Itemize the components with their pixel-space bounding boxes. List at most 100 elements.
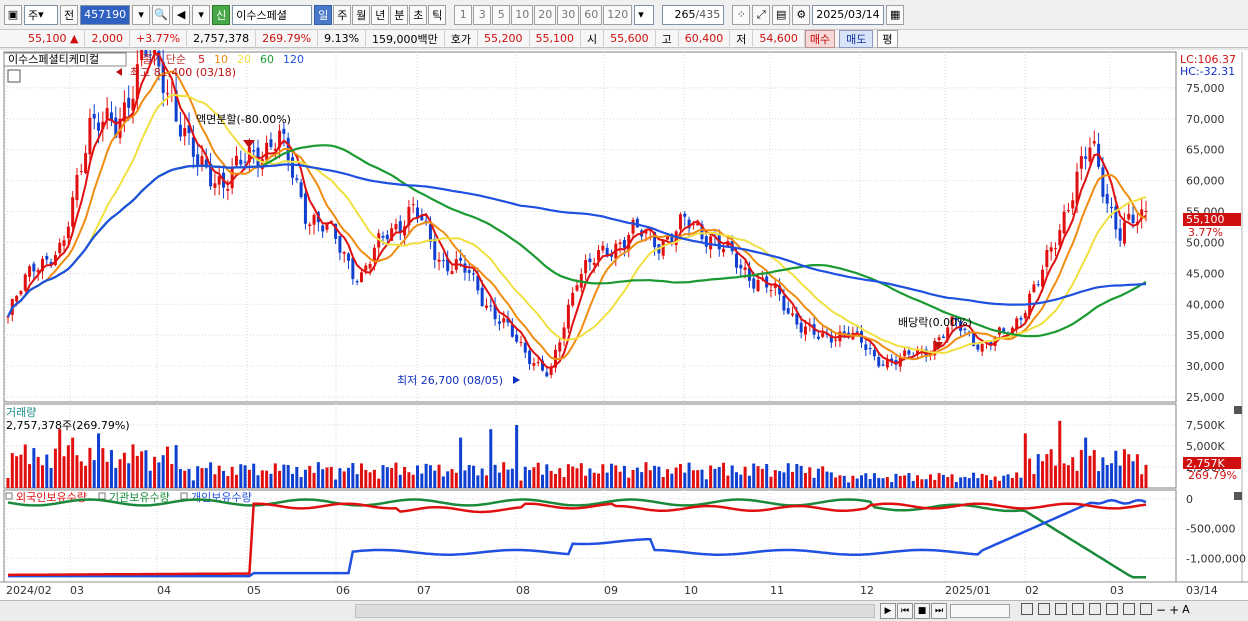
candle-body — [734, 253, 738, 268]
volume-bar — [299, 477, 303, 488]
volume-bar — [165, 446, 169, 488]
ma-legend-10: 10 — [214, 53, 228, 66]
forward-icon[interactable]: ⏭ — [931, 603, 947, 619]
candle-body — [269, 139, 273, 147]
interval-60[interactable]: 60 — [580, 4, 603, 25]
search-chart-icon[interactable] — [1123, 603, 1135, 615]
volume-bar — [588, 468, 592, 488]
buy-button[interactable]: 매수 — [804, 29, 836, 48]
rewind-icon[interactable]: ⏮ — [897, 603, 913, 619]
speaker-icon[interactable]: ◀ — [172, 4, 191, 25]
volume-bar — [222, 470, 226, 488]
table-icon[interactable] — [7, 69, 21, 83]
period-6[interactable]: 틱 — [428, 4, 447, 25]
volume-bar — [959, 477, 963, 488]
print-icon[interactable] — [1106, 603, 1118, 615]
volume-bar — [644, 462, 648, 488]
zoom-slider[interactable] — [950, 604, 1010, 618]
holding-close-icon[interactable] — [1234, 492, 1242, 500]
interval-5[interactable]: 5 — [492, 4, 511, 25]
interval-30[interactable]: 30 — [557, 4, 580, 25]
volume-bar — [484, 475, 488, 488]
high-price: 60,400 — [679, 29, 731, 48]
price-y-tick: 40,000 — [1186, 298, 1225, 311]
volume-bar — [834, 477, 838, 488]
candle-body — [71, 197, 75, 227]
interval-3[interactable]: 3 — [473, 4, 492, 25]
tile-icon[interactable] — [1072, 603, 1084, 615]
search-icon[interactable]: 🔍 — [152, 4, 171, 25]
interval-120[interactable]: 120 — [603, 4, 633, 25]
price-y-tick: 45,000 — [1186, 267, 1225, 280]
volume-bar — [497, 472, 501, 488]
volume-bar — [377, 478, 381, 488]
eval-button[interactable]: 평 — [877, 29, 898, 48]
candle-body — [385, 234, 389, 240]
horizontal-scrollbar[interactable] — [355, 604, 875, 618]
crosshair-icon[interactable] — [1021, 603, 1033, 615]
volume-bar — [553, 473, 557, 488]
last-pct-tag: 3.77% — [1188, 226, 1223, 239]
period-1[interactable]: 주 — [333, 4, 352, 25]
font-size-icon[interactable]: A — [1182, 603, 1190, 617]
price-y-tick: 65,000 — [1186, 144, 1225, 157]
candle-body — [1071, 200, 1075, 209]
candle-body — [1058, 230, 1062, 246]
export-icon[interactable] — [1089, 603, 1101, 615]
period-2[interactable]: 월 — [352, 4, 371, 25]
zoom-icon[interactable]: ⤢ — [752, 4, 771, 25]
interval-1[interactable]: 1 — [454, 4, 473, 25]
period-4[interactable]: 분 — [390, 4, 409, 25]
volume-bar — [256, 475, 260, 488]
candle-body — [855, 331, 859, 333]
volume-bar — [795, 463, 799, 488]
price-y-tick: 30,000 — [1186, 360, 1225, 373]
volume-bar — [907, 473, 911, 488]
stock-code-input[interactable]: 457190 — [80, 4, 131, 25]
scroll-right-icon[interactable]: ▶ — [880, 603, 896, 619]
candle-body — [437, 259, 441, 262]
window-icon[interactable] — [1055, 603, 1067, 615]
grid-icon[interactable]: ⁘ — [732, 4, 751, 25]
layout-icon[interactable]: ▣ — [4, 4, 22, 25]
date-field[interactable]: 2025/03/14 — [812, 4, 885, 25]
volume-close-icon[interactable] — [1234, 406, 1242, 414]
period-group: 일주월년분초틱 — [314, 4, 447, 25]
gear-icon[interactable]: ⚙ — [792, 4, 811, 25]
plus-icon[interactable]: + — [1169, 603, 1179, 617]
candle-body — [308, 224, 312, 227]
interval-dropdown[interactable]: ▾ — [634, 4, 655, 25]
candle-body — [631, 219, 635, 234]
calendar-icon[interactable]: ▦ — [886, 4, 905, 25]
period-0[interactable]: 일 — [314, 4, 333, 25]
candle-body — [584, 260, 588, 274]
sell-button[interactable]: 매도 — [839, 29, 874, 48]
count-field[interactable]: 265/435 — [662, 4, 725, 25]
period-3[interactable]: 년 — [371, 4, 390, 25]
volume-bar — [489, 429, 493, 488]
interval-10[interactable]: 10 — [511, 4, 534, 25]
candle-body — [937, 337, 941, 341]
new-badge: 신 — [212, 4, 231, 25]
volume-bar — [114, 467, 118, 488]
save-icon[interactable]: ▤ — [772, 4, 791, 25]
volume-bar — [1002, 475, 1006, 488]
chart-area[interactable]: 외국인보유수량 기관보유수량 개인보유수량 75,00070,00065,00060… — [0, 50, 1248, 602]
volume-bar — [209, 462, 213, 488]
holding-y-tick: -500,000 — [1186, 523, 1235, 536]
candle-body — [342, 252, 346, 254]
candle-body — [105, 108, 109, 120]
volume-bar — [980, 473, 984, 488]
volume-bar — [683, 472, 687, 488]
code-dropdown-icon[interactable]: ▾ — [132, 4, 151, 25]
stop-icon[interactable]: ■ — [914, 603, 930, 619]
period-5[interactable]: 초 — [409, 4, 428, 25]
candle-body — [907, 350, 911, 355]
interval-20[interactable]: 20 — [534, 4, 557, 25]
copy-icon[interactable] — [1038, 603, 1050, 615]
settings-icon[interactable] — [1140, 603, 1152, 615]
minus-icon[interactable]: − — [1156, 603, 1166, 617]
nav-dropdown-icon[interactable]: ▾ — [192, 4, 211, 25]
market-select[interactable]: 주 ▾ — [24, 4, 58, 25]
prev-button[interactable]: 전 — [60, 4, 79, 25]
